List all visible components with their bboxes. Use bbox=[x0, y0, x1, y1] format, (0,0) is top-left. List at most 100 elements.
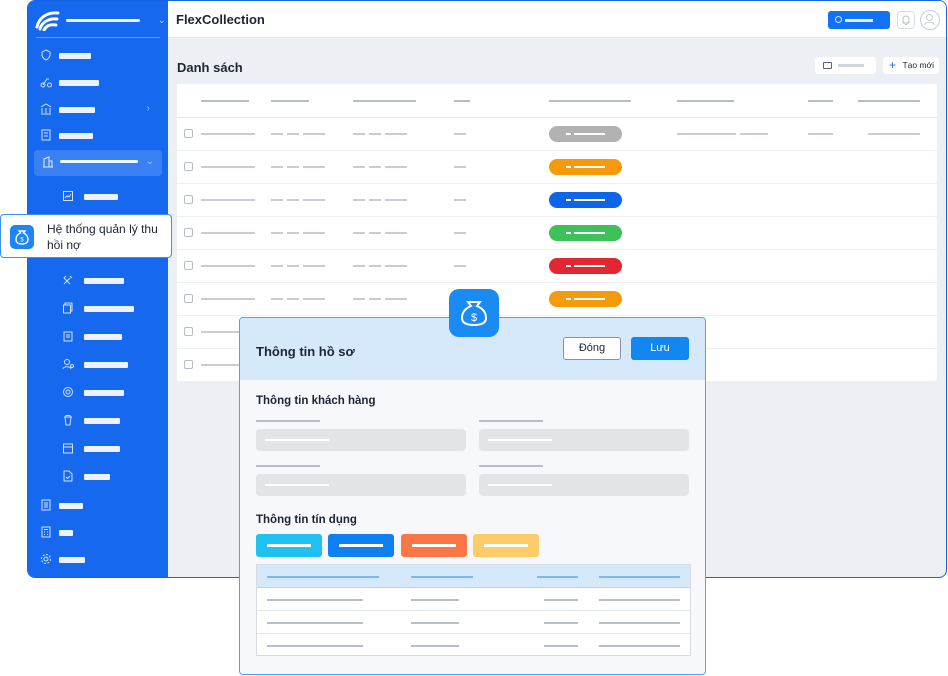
sidebar-item-1[interactable] bbox=[38, 46, 162, 66]
row-checkbox[interactable] bbox=[184, 162, 193, 171]
customer-field[interactable] bbox=[479, 474, 689, 496]
table-row[interactable] bbox=[177, 217, 937, 250]
table-row[interactable] bbox=[177, 184, 937, 217]
sidebar-subitem-3[interactable] bbox=[38, 271, 162, 291]
sidebar-item-2[interactable] bbox=[38, 73, 162, 93]
sidebar-item-7[interactable] bbox=[38, 523, 162, 543]
plus-circle-icon bbox=[835, 16, 842, 23]
bell-icon bbox=[902, 15, 910, 25]
money-bag-icon: $ bbox=[10, 225, 34, 249]
cell bbox=[369, 199, 381, 201]
row-checkbox[interactable] bbox=[184, 195, 193, 204]
sidebar-item-3[interactable]: › bbox=[38, 100, 162, 120]
sidebar-item-6[interactable] bbox=[38, 496, 162, 516]
sidebar-subitem-7[interactable] bbox=[38, 383, 162, 403]
logo bbox=[35, 11, 60, 31]
cell bbox=[385, 232, 407, 234]
row-checkbox[interactable] bbox=[184, 129, 193, 138]
column-header bbox=[411, 576, 473, 578]
cell bbox=[868, 133, 920, 135]
cell bbox=[369, 166, 381, 168]
badge-text bbox=[566, 232, 571, 234]
cell bbox=[353, 199, 365, 201]
row-checkbox[interactable] bbox=[184, 294, 193, 303]
badge-text bbox=[574, 265, 605, 267]
primary-action-button[interactable] bbox=[828, 11, 890, 29]
column-header bbox=[808, 100, 833, 102]
sidebar-item-label bbox=[59, 53, 91, 59]
row-checkbox[interactable] bbox=[184, 261, 193, 270]
sidebar-item-label bbox=[59, 530, 73, 536]
table-row[interactable] bbox=[177, 151, 937, 184]
section-title-credit: Thông tin tín dụng bbox=[256, 514, 357, 526]
calculator-icon bbox=[41, 526, 51, 538]
field-label bbox=[479, 465, 543, 467]
badge-text bbox=[566, 199, 571, 201]
cell bbox=[369, 232, 381, 234]
close-button[interactable]: Đóng bbox=[563, 337, 621, 360]
cell bbox=[271, 298, 283, 300]
sidebar-subitem-6[interactable] bbox=[38, 355, 162, 375]
sidebar-item-4[interactable] bbox=[38, 126, 162, 146]
badge-text bbox=[574, 232, 605, 234]
cell bbox=[369, 298, 381, 300]
cell bbox=[303, 199, 325, 201]
scooter-icon bbox=[40, 78, 52, 88]
row-checkbox[interactable] bbox=[184, 327, 193, 336]
table-row[interactable] bbox=[177, 118, 937, 151]
credit-tab[interactable] bbox=[473, 534, 539, 557]
workspace-switcher[interactable]: ⌄ bbox=[34, 9, 166, 33]
cell bbox=[740, 133, 768, 135]
gear-icon bbox=[41, 554, 51, 564]
sidebar-item-label bbox=[84, 418, 120, 424]
cell bbox=[369, 265, 381, 267]
cell bbox=[454, 166, 466, 168]
row-checkbox[interactable] bbox=[184, 228, 193, 237]
credit-tab[interactable] bbox=[256, 534, 322, 557]
row-checkbox[interactable] bbox=[184, 360, 193, 369]
table-row[interactable] bbox=[177, 250, 937, 283]
credit-tab[interactable] bbox=[328, 534, 394, 557]
field-value bbox=[265, 439, 329, 441]
cell bbox=[271, 166, 283, 168]
table-row[interactable] bbox=[257, 634, 690, 657]
credit-tab[interactable] bbox=[401, 534, 467, 557]
sidebar-subitem-8[interactable] bbox=[38, 411, 162, 431]
cell bbox=[599, 645, 680, 647]
sidebar-subitem-5[interactable] bbox=[38, 327, 162, 347]
sidebar-subitem-1[interactable] bbox=[38, 187, 162, 207]
sidebar-item-5[interactable]: ⌄ bbox=[34, 150, 162, 176]
badge-text bbox=[574, 298, 605, 300]
notification-button[interactable] bbox=[897, 11, 915, 29]
chevron-down-icon: ⌄ bbox=[145, 156, 154, 167]
customer-field[interactable] bbox=[256, 429, 466, 451]
customer-field[interactable] bbox=[256, 474, 466, 496]
filter-button[interactable] bbox=[815, 57, 876, 74]
table-row[interactable] bbox=[257, 611, 690, 634]
cell bbox=[454, 232, 466, 234]
field-value bbox=[265, 484, 329, 486]
file-check-icon bbox=[63, 470, 73, 482]
cell bbox=[385, 133, 407, 135]
bank-icon bbox=[40, 103, 52, 115]
save-button[interactable]: Lưu bbox=[631, 337, 689, 360]
cell bbox=[544, 645, 578, 647]
chevron-down-icon: ⌄ bbox=[158, 15, 166, 25]
create-button[interactable]: + Tạo mới bbox=[883, 57, 939, 74]
tab-label bbox=[267, 544, 311, 547]
credit-table-header bbox=[257, 565, 690, 588]
section-title-customer: Thông tin khách hàng bbox=[256, 395, 376, 407]
sidebar-subitem-10[interactable] bbox=[38, 467, 162, 487]
customer-field[interactable] bbox=[479, 429, 689, 451]
sidebar-subitem-4[interactable] bbox=[38, 299, 162, 319]
table-row[interactable] bbox=[177, 283, 937, 316]
cell bbox=[353, 298, 365, 300]
avatar[interactable] bbox=[920, 10, 940, 30]
cell bbox=[454, 133, 466, 135]
sidebar-subitem-9[interactable] bbox=[38, 439, 162, 459]
calendar-icon bbox=[823, 62, 832, 69]
table-row[interactable] bbox=[257, 588, 690, 611]
cell bbox=[271, 232, 283, 234]
button-label bbox=[845, 19, 873, 22]
sidebar-item-8[interactable] bbox=[38, 550, 162, 570]
